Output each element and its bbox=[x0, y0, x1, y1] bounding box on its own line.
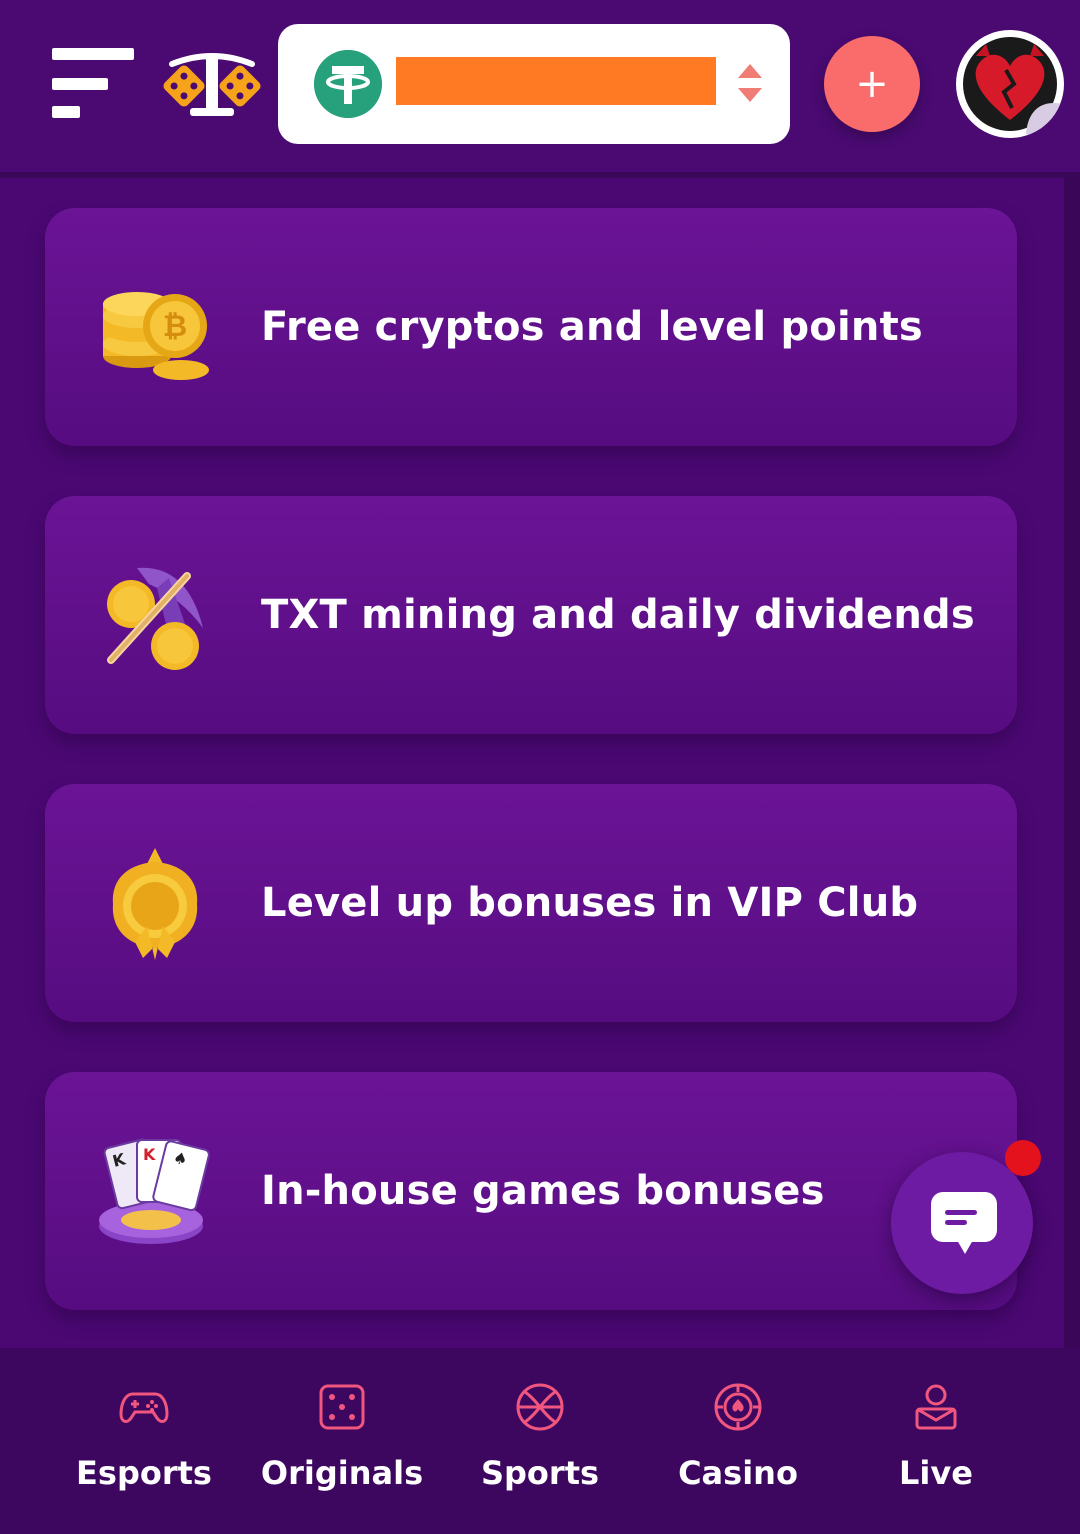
tether-icon bbox=[314, 50, 382, 118]
nav-label: Esports bbox=[76, 1454, 212, 1492]
nav-item-casino[interactable]: Casino bbox=[639, 1348, 837, 1534]
balance-display bbox=[396, 57, 716, 105]
gold-medal-icon bbox=[112, 848, 198, 960]
menu-icon-line bbox=[52, 106, 80, 118]
svg-text:₿: ₿ bbox=[163, 309, 187, 344]
chat-button[interactable] bbox=[891, 1152, 1033, 1294]
nav-item-originals[interactable]: Originals bbox=[243, 1348, 441, 1534]
feature-card-vip-club[interactable]: Level up bonuses in VIP Club bbox=[45, 784, 1017, 1022]
nav-item-sports[interactable]: Sports bbox=[441, 1348, 639, 1534]
chat-bubble-icon bbox=[931, 1192, 997, 1254]
top-header: + bbox=[0, 0, 1080, 178]
nav-label: Casino bbox=[678, 1454, 798, 1492]
feature-card-txt-mining[interactable]: TXT mining and daily dividends bbox=[45, 496, 1017, 734]
notification-dot bbox=[1005, 1140, 1041, 1176]
nav-label: Originals bbox=[260, 1454, 424, 1492]
nav-item-live[interactable]: Live bbox=[837, 1348, 1035, 1534]
scrollbar[interactable] bbox=[1064, 178, 1080, 1348]
nav-item-esports[interactable]: Esports bbox=[45, 1348, 243, 1534]
pickaxe-coins-icon bbox=[107, 567, 203, 670]
poker-chip-icon bbox=[714, 1383, 762, 1431]
live-dealer-icon bbox=[915, 1384, 957, 1430]
logo-icon[interactable] bbox=[162, 42, 262, 122]
svg-text:K: K bbox=[143, 1145, 156, 1164]
bottom-navigation: Esports Originals Sports Casino Live bbox=[0, 1348, 1080, 1534]
dice-icon bbox=[319, 1384, 365, 1430]
feature-label: Free cryptos and level points bbox=[261, 304, 923, 350]
user-avatar[interactable] bbox=[956, 30, 1064, 138]
gold-coins-bitcoin-icon: ₿ bbox=[103, 292, 209, 380]
basketball-icon bbox=[516, 1383, 564, 1431]
feature-label: In-house games bonuses bbox=[261, 1168, 825, 1214]
feature-card-free-cryptos[interactable]: ₿ Free cryptos and level points bbox=[45, 208, 1017, 446]
menu-icon-line bbox=[52, 78, 108, 90]
menu-icon-line bbox=[52, 48, 134, 60]
feature-label: Level up bonuses in VIP Club bbox=[261, 880, 919, 926]
nav-label: Live bbox=[899, 1454, 973, 1492]
deposit-add-button[interactable]: + bbox=[824, 36, 920, 132]
feature-label: TXT mining and daily dividends bbox=[261, 592, 975, 638]
wallet-selector[interactable] bbox=[278, 24, 790, 144]
up-down-arrows-icon[interactable] bbox=[734, 60, 766, 106]
gamepad-icon bbox=[119, 1392, 169, 1423]
cards-chip-icon: K K ♠ bbox=[99, 1138, 210, 1244]
nav-label: Sports bbox=[480, 1454, 600, 1492]
menu-button[interactable] bbox=[52, 48, 136, 120]
feature-card-in-house-games[interactable]: K K ♠ In-house games bonuses bbox=[45, 1072, 1017, 1310]
